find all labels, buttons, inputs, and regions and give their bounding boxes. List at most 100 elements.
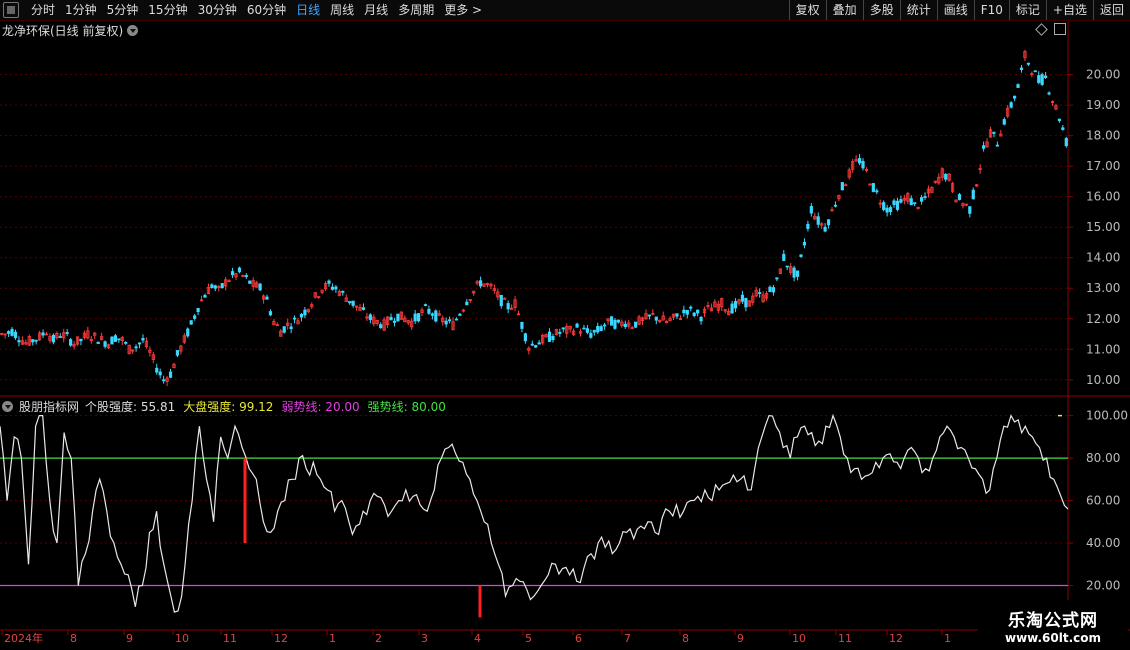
candle-body <box>396 313 400 322</box>
candle-body <box>434 310 438 322</box>
candle-body <box>258 283 262 291</box>
candle-body <box>113 335 118 342</box>
candle-body <box>603 324 607 327</box>
candle-body <box>534 344 538 348</box>
candle-body <box>341 290 345 293</box>
candle-body <box>210 284 214 288</box>
candle-body <box>582 327 586 330</box>
candle-body <box>1002 119 1006 125</box>
candle-body <box>520 321 524 329</box>
candle-body <box>1009 102 1013 108</box>
candle-body <box>857 158 862 164</box>
candle-body <box>992 131 996 134</box>
candle-body <box>503 297 507 300</box>
candle-body <box>775 277 779 280</box>
chevron-down-icon[interactable] <box>2 401 13 412</box>
time-tick-label: 4 <box>474 632 481 645</box>
candle-body <box>888 207 893 212</box>
candle-body <box>389 316 393 321</box>
candle-body <box>351 300 355 306</box>
watermark-title: 乐淘公式网 <box>1008 611 1098 631</box>
candle-body <box>186 328 190 337</box>
candle-body <box>168 371 173 378</box>
candle-body <box>923 196 927 198</box>
candle-body <box>613 319 617 329</box>
candle-body <box>885 207 889 213</box>
candle-body <box>740 294 745 302</box>
time-tick-label: 6 <box>575 632 582 645</box>
candle-body <box>909 198 913 206</box>
chart-canvas[interactable]: 10.00 11.00 12.00 13.00 14.00 15.00 16.00 17.00… <box>0 0 1130 650</box>
candle-body <box>802 241 807 246</box>
candle-body <box>34 339 38 342</box>
indicator-value: 强势线: 80.00 <box>367 400 446 414</box>
price-tick-label: 15.00 <box>1086 220 1120 234</box>
indicator-name: 股朋指标网 <box>19 400 80 414</box>
time-tick-label: 1 <box>944 632 951 645</box>
candle-body <box>117 338 121 341</box>
indicator-value: 弱势线: 20.00 <box>281 400 360 414</box>
candle-body <box>1040 74 1044 85</box>
candle-body <box>17 340 21 343</box>
candle-body <box>995 144 999 147</box>
indicator-header: 股朋指标网 个股强度: 55.81 大盘强度: 99.12 弱势线: 20.00 强势… <box>2 398 454 415</box>
candle-body <box>523 333 527 342</box>
indicator-tick-label: 40.00 <box>1086 536 1120 550</box>
candle-body <box>268 311 273 316</box>
candle-body <box>826 219 831 226</box>
candle-body <box>771 287 776 293</box>
candle-body <box>685 309 689 315</box>
candle-body <box>861 160 865 169</box>
candle-body <box>1016 84 1020 88</box>
price-tick-label: 19.00 <box>1086 98 1120 112</box>
candle-body <box>334 286 338 290</box>
candle-body <box>1064 138 1068 147</box>
candle-body <box>330 286 335 290</box>
candle-body <box>561 327 565 330</box>
candle-body <box>899 199 903 203</box>
price-tick-label: 20.00 <box>1086 68 1120 82</box>
candle-body <box>465 301 469 306</box>
time-tick-label: 1 <box>329 632 336 645</box>
candle-body <box>1061 127 1065 130</box>
candle-body <box>537 342 541 345</box>
candle-body <box>981 145 986 149</box>
side-panel-strip[interactable] <box>1118 22 1130 392</box>
candle-body <box>895 200 900 210</box>
price-tick-label: 14.00 <box>1086 251 1120 265</box>
time-tick-label: 12 <box>889 632 903 645</box>
candle-body <box>193 315 197 319</box>
candle-body <box>292 317 297 320</box>
indicator-tick-label: 60.00 <box>1086 494 1120 508</box>
candle-body <box>733 301 738 309</box>
price-tick-label: 17.00 <box>1086 159 1120 173</box>
candle-body <box>616 319 621 323</box>
candle-body <box>10 328 14 336</box>
candle-body <box>833 204 838 207</box>
candle-body <box>795 270 800 277</box>
candle-body <box>785 265 789 268</box>
candle-body <box>1019 67 1024 70</box>
candle-body <box>592 329 596 333</box>
candle-body <box>692 312 696 316</box>
candle-body <box>289 326 293 330</box>
candle-body <box>31 339 35 343</box>
candle-body <box>499 294 503 307</box>
candle-body <box>13 331 18 339</box>
candle-body <box>41 332 45 336</box>
time-tick-label: 11 <box>223 632 237 645</box>
candle-body <box>110 336 114 345</box>
candle-body <box>427 308 431 314</box>
candle-body <box>675 313 679 317</box>
candle-body <box>158 371 162 376</box>
candle-body <box>957 194 962 200</box>
indicator-value: 个股强度: 55.81 <box>85 400 176 414</box>
time-tick-label: 7 <box>624 632 631 645</box>
candle-body <box>303 309 307 316</box>
candle-body <box>575 323 579 328</box>
candle-body <box>892 200 896 205</box>
candle-body <box>585 328 590 333</box>
candle-body <box>134 346 138 349</box>
candle-body <box>1013 95 1017 99</box>
candle-body <box>944 173 948 180</box>
